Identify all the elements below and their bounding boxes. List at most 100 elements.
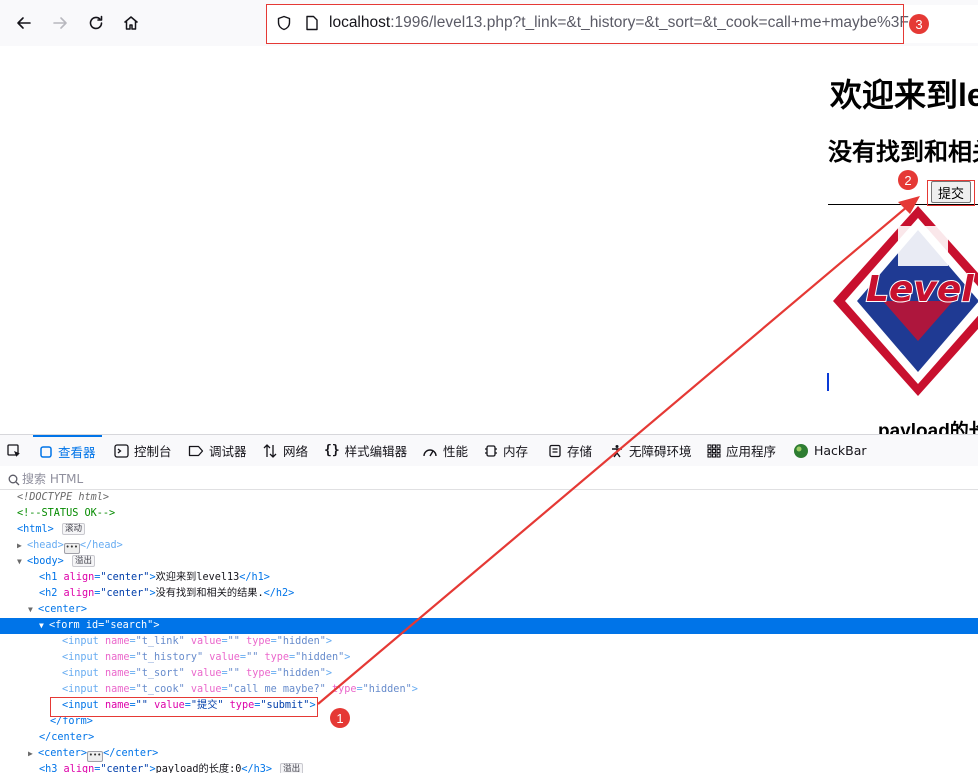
expand-triangle-icon[interactable]: ▶ [17,538,27,554]
h3-attr-name: align [63,764,95,773]
attr-value: value [190,684,222,695]
collapse-triangle-icon[interactable]: ▼ [28,602,38,618]
markup-tree: <!DOCTYPE html> <!--STATUS OK--> <html> … [0,490,978,773]
tab-debugger-label: 调试器 [209,444,247,459]
tree-row-center[interactable]: ▼ <center> [0,602,978,618]
head-open-tag: <head> [27,540,64,551]
input-type-value: "hidden" [362,684,412,695]
body-tag: <body> [27,556,64,567]
tab-debugger[interactable]: 调试器 [188,435,247,466]
center-close-tag: </center> [39,732,95,743]
network-icon [262,443,278,459]
annotation-box-submit-input [50,697,318,717]
h1-text: 欢迎来到level13 [155,572,240,583]
reload-icon[interactable] [84,11,108,35]
tree-row-h3[interactable]: <h3 align="center">payload的长度:0</h3> 溢出 [0,762,978,773]
tree-row-input-t-cook[interactable]: <input name="t_cook" value="call me mayb… [0,682,978,698]
input-tag: <input [62,652,99,663]
tab-style-editor[interactable]: {} 样式编辑器 [324,435,407,466]
annotation-box-submit [927,180,975,206]
h3-attr-value: "center" [100,764,150,773]
home-icon[interactable] [119,11,143,35]
tree-row-center2[interactable]: ▶ <center> ••• </center> [0,746,978,762]
tree-row-doctype[interactable]: <!DOCTYPE html> [0,490,978,506]
input-type-value: "hidden" [295,652,345,663]
page-viewport: 欢迎来到level13 没有找到和相关的结果. 提交 Level payload… [0,46,978,434]
h2-text: 没有找到和相关的结果. [155,588,264,599]
tab-network[interactable]: 网络 [262,435,308,466]
ellipsis-icon[interactable]: ••• [87,751,104,762]
tree-row-h2[interactable]: <h2 align="center">没有找到和相关的结果.</h2> [0,586,978,602]
console-icon [114,443,129,458]
accessibility-icon [610,444,624,458]
form-open-tag: <form [49,620,80,631]
tree-row-form-selected[interactable]: ▼ <form id="search"> [0,618,978,634]
center2-close-tag: </center> [103,748,159,759]
collapse-triangle-icon[interactable]: ▼ [39,618,49,634]
ellipsis-icon[interactable]: ••• [63,543,80,554]
page-heading-h1: 欢迎来到level13 [830,77,978,113]
input-value-value: "" [227,636,240,647]
storage-icon [548,444,562,458]
input-tag: <input [62,668,99,679]
input-value-value: "" [227,668,240,679]
forward-arrow-icon[interactable] [48,11,72,35]
tab-storage[interactable]: 存储 [548,435,592,466]
input-tag: <input [62,636,99,647]
tab-storage-label: 存储 [567,444,593,459]
tab-console-label: 控制台 [134,444,172,459]
head-close-tag: </head> [79,540,123,551]
tab-inspector[interactable]: 查看器 [33,435,102,466]
attr-name: name [104,636,130,647]
tab-application[interactable]: 应用程序 [707,435,776,466]
tree-row-body[interactable]: ▼ <body> 溢出 [0,554,978,570]
scroll-badge[interactable]: 滚动 [61,523,85,535]
doctype-text: <!DOCTYPE html> [17,492,110,503]
h2-attr-value: "center" [100,588,150,599]
collapse-triangle-icon[interactable]: ▼ [17,554,27,570]
tab-performance[interactable]: 性能 [422,435,468,466]
tab-accessibility[interactable]: 无障碍环境 [610,435,692,466]
back-arrow-icon[interactable] [12,11,36,35]
attr-value: value [190,668,222,679]
inspector-icon [39,445,53,459]
tab-console[interactable]: 控制台 [114,435,172,466]
tab-inspector-label: 查看器 [58,445,96,460]
tree-row-html[interactable]: <html> 滚动 [0,522,978,538]
payload-length-heading: payload的长度:0 [878,421,978,434]
debugger-icon [188,445,204,457]
h1-close-tag: </h1> [239,572,270,583]
html-search-bar[interactable]: 搜索 HTML [0,466,978,490]
attr-name: name [104,668,130,679]
overflow-badge[interactable]: 溢出 [71,555,95,567]
tree-row-input-t-sort[interactable]: <input name="t_sort" value="" type="hidd… [0,666,978,682]
tab-hackbar[interactable]: HackBar [793,435,867,466]
h2-close-tag: </h2> [263,588,295,599]
attr-value: value [190,636,222,647]
html-tag: <html> [17,524,54,535]
text-cursor [827,373,829,391]
tree-row-comment[interactable]: <!--STATUS OK--> [0,506,978,522]
expand-triangle-icon[interactable]: ▶ [28,746,38,762]
input-name-value: "t_cook" [135,684,185,695]
attr-type: type [331,684,357,695]
devtools-tabbar: 查看器 控制台 调试器 网络 {} 样式编辑器 性能 内存 存储 无障碍环境 应… [0,434,978,467]
tree-row-center-close[interactable]: </center> [0,730,978,746]
tree-row-input-t-history[interactable]: <input name="t_history" value="" type="h… [0,650,978,666]
tab-hackbar-label: HackBar [814,443,867,458]
level-logo: Level [833,206,978,396]
overflow-badge[interactable]: 溢出 [280,763,304,773]
memory-icon [484,444,498,458]
input-name-value: "t_sort" [135,668,185,679]
tree-row-input-t-link[interactable]: <input name="t_link" value="" type="hidd… [0,634,978,650]
tab-performance-label: 性能 [443,444,469,459]
tree-row-head[interactable]: ▶ <head> ••• </head> [0,538,978,554]
center-tag: <center> [38,604,88,615]
pick-element-icon[interactable] [6,435,22,466]
style-editor-icon: {} [324,443,340,458]
search-placeholder: 搜索 HTML [22,472,84,486]
tab-memory-label: 内存 [503,444,529,459]
tree-row-h1[interactable]: <h1 align="center">欢迎来到level13</h1> [0,570,978,586]
tab-memory[interactable]: 内存 [484,435,528,466]
h2-attr-name: align [63,588,95,599]
